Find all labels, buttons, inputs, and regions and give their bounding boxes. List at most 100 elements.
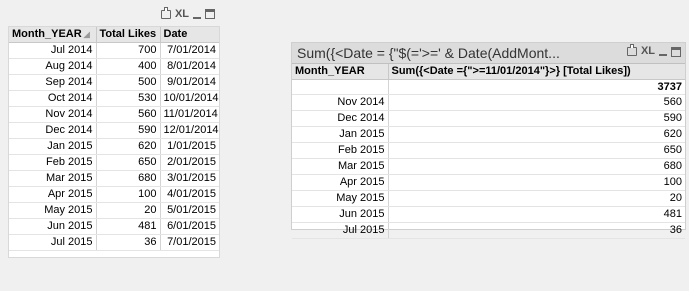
cell-month-year: Feb 2015 bbox=[292, 142, 389, 159]
cell-month-year: Apr 2015 bbox=[292, 174, 389, 191]
table-row[interactable]: Mar 2015 680 bbox=[292, 158, 685, 175]
left-table: Month_YEAR ◢ Total Likes Date Jul 2014 70… bbox=[9, 27, 219, 251]
table-row[interactable]: Dec 2014 590 12/01/2014 bbox=[9, 122, 219, 139]
table-row[interactable]: Nov 2014 560 11/01/2014 bbox=[9, 106, 219, 123]
column-header-total-likes[interactable]: Total Likes bbox=[96, 27, 161, 43]
cell-date: 2/01/2015 bbox=[160, 154, 219, 171]
straight-table-box-right: Sum({<Date = {"$(='>=' & Date(AddMont...… bbox=[291, 42, 686, 239]
cell-date: 8/01/2014 bbox=[160, 58, 219, 75]
print-icon[interactable] bbox=[626, 44, 637, 56]
cell-total-likes: 20 bbox=[96, 202, 161, 219]
table-row[interactable]: Jun 2015 481 6/01/2015 bbox=[9, 218, 219, 235]
cell-date: 1/01/2015 bbox=[160, 138, 219, 155]
cell-sum-value: 20 bbox=[388, 190, 685, 207]
right-caption-icons: XL bbox=[626, 44, 681, 57]
cell-month-year: Apr 2015 bbox=[9, 186, 97, 203]
cell-date: 7/01/2014 bbox=[160, 42, 219, 59]
cell-sum-value: 620 bbox=[388, 126, 685, 143]
cell-total-likes: 400 bbox=[96, 58, 161, 75]
cell-total-likes: 481 bbox=[96, 218, 161, 235]
table-row[interactable]: May 2015 20 5/01/2015 bbox=[9, 202, 219, 219]
table-row[interactable]: Jul 2015 36 7/01/2015 bbox=[9, 234, 219, 251]
table-row[interactable]: Jan 2015 620 1/01/2015 bbox=[9, 138, 219, 155]
right-table-header-row: Month_YEAR Sum({<Date ={">=11/01/2014"}>… bbox=[292, 64, 685, 80]
cell-month-year: Aug 2014 bbox=[9, 58, 97, 75]
cell-sum-value: 36 bbox=[388, 222, 685, 239]
column-header-month-year[interactable]: Month_YEAR ◢ bbox=[9, 27, 97, 43]
restore-icon[interactable] bbox=[205, 9, 215, 19]
cell-month-year: Feb 2015 bbox=[9, 154, 97, 171]
cell-month-year: Mar 2015 bbox=[9, 170, 97, 187]
total-label-cell bbox=[292, 79, 389, 95]
cell-date: 12/01/2014 bbox=[160, 122, 219, 139]
table-row[interactable]: Jun 2015 481 bbox=[292, 206, 685, 223]
cell-total-likes: 560 bbox=[96, 106, 161, 123]
cell-month-year: Jun 2015 bbox=[9, 218, 97, 235]
cell-date: 5/01/2015 bbox=[160, 202, 219, 219]
cell-date: 3/01/2015 bbox=[160, 170, 219, 187]
table-row[interactable]: Aug 2014 400 8/01/2014 bbox=[9, 58, 219, 75]
cell-month-year: Jan 2015 bbox=[292, 126, 389, 143]
cell-month-year: Jul 2015 bbox=[9, 234, 97, 251]
cell-month-year: Nov 2014 bbox=[292, 94, 389, 111]
table-row[interactable]: Jul 2014 700 7/01/2014 bbox=[9, 42, 219, 59]
cell-date: 6/01/2015 bbox=[160, 218, 219, 235]
xl-icon[interactable]: XL bbox=[175, 8, 189, 20]
right-table: Month_YEAR Sum({<Date ={">=11/01/2014"}>… bbox=[292, 64, 685, 239]
table-row[interactable]: Sep 2014 500 9/01/2014 bbox=[9, 74, 219, 91]
xl-icon[interactable]: XL bbox=[641, 46, 655, 57]
table-row[interactable]: Jan 2015 620 bbox=[292, 126, 685, 143]
cell-month-year: May 2015 bbox=[292, 190, 389, 207]
cell-month-year: Mar 2015 bbox=[292, 158, 389, 175]
column-header-sum-expression[interactable]: Sum({<Date ={">=11/01/2014"}>} [Total Li… bbox=[388, 64, 685, 80]
table-row[interactable]: Dec 2014 590 bbox=[292, 110, 685, 127]
cell-total-likes: 590 bbox=[96, 122, 161, 139]
table-row[interactable]: Nov 2014 560 bbox=[292, 94, 685, 111]
table-row[interactable]: Feb 2015 650 bbox=[292, 142, 685, 159]
cell-sum-value: 590 bbox=[388, 110, 685, 127]
minimize-icon[interactable] bbox=[659, 54, 667, 56]
sort-indicator-icon: ◢ bbox=[83, 30, 90, 39]
cell-date: 7/01/2015 bbox=[160, 234, 219, 251]
table-row[interactable]: Feb 2015 650 2/01/2015 bbox=[9, 154, 219, 171]
restore-icon[interactable] bbox=[671, 46, 681, 57]
cell-total-likes: 500 bbox=[96, 74, 161, 91]
cell-sum-value: 100 bbox=[388, 174, 685, 191]
table-row[interactable]: Oct 2014 530 10/01/2014 bbox=[9, 90, 219, 107]
cell-date: 10/01/2014 bbox=[160, 90, 219, 107]
cell-sum-value: 481 bbox=[388, 206, 685, 223]
chart-titlebar[interactable]: Sum({<Date = {"$(='>=' & Date(AddMont...… bbox=[292, 43, 685, 64]
cell-total-likes: 700 bbox=[96, 42, 161, 59]
cell-sum-value: 650 bbox=[388, 142, 685, 159]
cell-month-year: Dec 2014 bbox=[292, 110, 389, 127]
cell-month-year: May 2015 bbox=[9, 202, 97, 219]
cell-sum-value: 560 bbox=[388, 94, 685, 111]
column-header-date[interactable]: Date bbox=[160, 27, 219, 43]
cell-month-year: Sep 2014 bbox=[9, 74, 97, 91]
total-row: 3737 bbox=[292, 79, 685, 95]
left-table-header-row: Month_YEAR ◢ Total Likes Date bbox=[9, 27, 219, 43]
table-row[interactable]: Apr 2015 100 4/01/2015 bbox=[9, 186, 219, 203]
table-row[interactable]: Jul 2015 36 bbox=[292, 222, 685, 239]
column-header-month-year[interactable]: Month_YEAR bbox=[292, 64, 389, 80]
cell-month-year: Jul 2014 bbox=[9, 42, 97, 59]
cell-month-year: Jan 2015 bbox=[9, 138, 97, 155]
total-value: 3737 bbox=[388, 79, 685, 95]
table-row[interactable]: Apr 2015 100 bbox=[292, 174, 685, 191]
cell-date: 11/01/2014 bbox=[160, 106, 219, 123]
cell-date: 9/01/2014 bbox=[160, 74, 219, 91]
cell-month-year: Oct 2014 bbox=[9, 90, 97, 107]
table-box-left: XL Month_YEAR ◢ Total Likes Date Jul 2014… bbox=[8, 6, 220, 258]
cell-total-likes: 36 bbox=[96, 234, 161, 251]
cell-total-likes: 100 bbox=[96, 186, 161, 203]
table-row[interactable]: Mar 2015 680 3/01/2015 bbox=[9, 170, 219, 187]
cell-total-likes: 650 bbox=[96, 154, 161, 171]
cell-month-year: Jun 2015 bbox=[292, 206, 389, 223]
print-icon[interactable] bbox=[160, 6, 171, 19]
chart-title: Sum({<Date = {"$(='>=' & Date(AddMont... bbox=[297, 45, 560, 61]
cell-total-likes: 680 bbox=[96, 170, 161, 187]
cell-month-year: Jul 2015 bbox=[292, 222, 389, 239]
minimize-icon[interactable] bbox=[193, 16, 201, 19]
cell-sum-value: 680 bbox=[388, 158, 685, 175]
table-row[interactable]: May 2015 20 bbox=[292, 190, 685, 207]
